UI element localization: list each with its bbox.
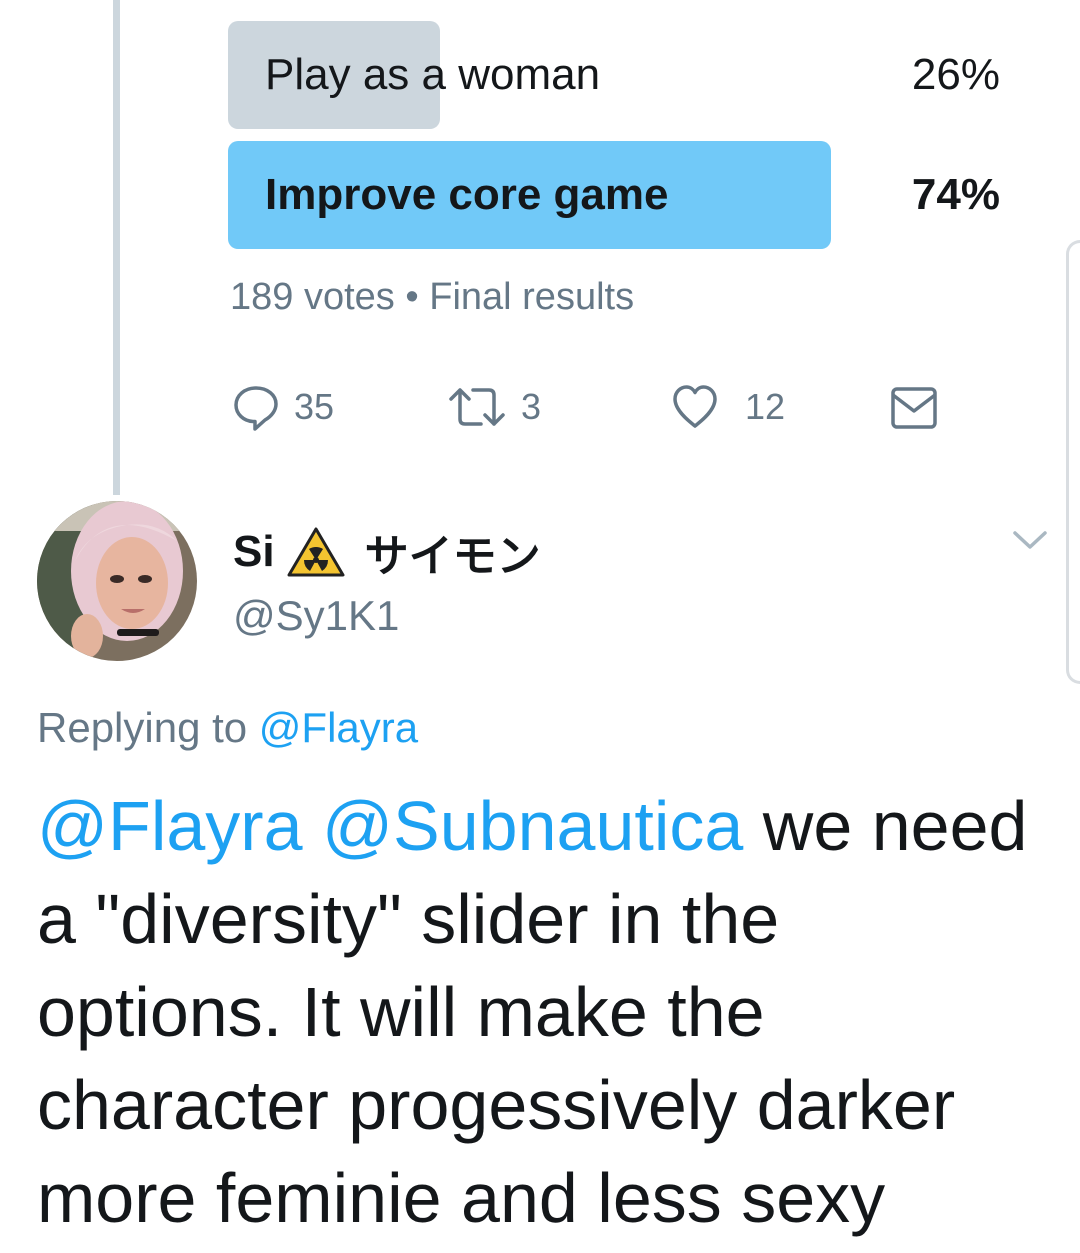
poll-option-percent: 74% bbox=[911, 170, 1000, 219]
radioactive-warning-icon bbox=[287, 527, 345, 577]
retweet-button[interactable]: 3 bbox=[447, 380, 541, 434]
poll-option-label: Improve core game bbox=[265, 170, 669, 219]
reply-count: 35 bbox=[294, 386, 335, 427]
display-name-suffix: サイモン bbox=[364, 531, 541, 582]
mention-link[interactable]: @Flayra bbox=[37, 787, 303, 865]
poll-meta: 189 votes • Final results bbox=[230, 276, 634, 319]
replying-to: Replying to @Flayra bbox=[37, 704, 418, 752]
poll-option-label: Play as a woman bbox=[265, 50, 601, 99]
retweet-icon bbox=[449, 388, 505, 426]
poll-votes: 189 votes bbox=[230, 276, 395, 318]
poll-separator: • bbox=[405, 276, 419, 318]
poll-option-play-as-woman: Play as a woman 26% bbox=[228, 21, 1000, 129]
like-button[interactable]: 12 bbox=[671, 380, 785, 434]
reply-icon bbox=[234, 386, 278, 431]
replying-prefix: Replying to bbox=[37, 704, 248, 751]
display-name: Si bbox=[233, 527, 275, 576]
message-icon bbox=[891, 387, 937, 429]
tweet-text: @Flayra @Subnautica we need a "diversity… bbox=[37, 780, 1037, 1245]
user-handle[interactable]: @Sy1K1 bbox=[233, 592, 399, 640]
mention-link[interactable]: @Subnautica bbox=[322, 787, 743, 865]
like-count: 12 bbox=[745, 386, 786, 427]
heart-icon bbox=[673, 385, 717, 428]
poll-status: Final results bbox=[429, 276, 635, 318]
direct-message-button[interactable] bbox=[890, 380, 938, 434]
tweet-actions: 35 3 12 bbox=[0, 380, 1080, 434]
display-name-line[interactable]: Si サイモン bbox=[233, 520, 541, 584]
reply-button[interactable]: 35 bbox=[232, 380, 334, 434]
scrollbar[interactable] bbox=[1066, 240, 1080, 684]
avatar-photo bbox=[37, 501, 197, 661]
replying-to-link[interactable]: @Flayra bbox=[259, 704, 418, 751]
retweet-count: 3 bbox=[521, 386, 542, 427]
poll-option-percent: 26% bbox=[911, 50, 1000, 99]
chevron-down-icon[interactable] bbox=[1012, 528, 1048, 552]
poll-option-improve-core-game: Improve core game 74% bbox=[228, 141, 1000, 249]
avatar[interactable] bbox=[37, 501, 197, 661]
